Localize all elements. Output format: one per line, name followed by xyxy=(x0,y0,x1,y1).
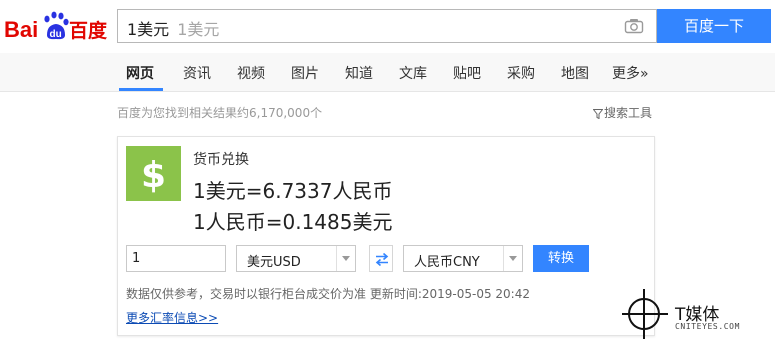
tab-zhidao[interactable]: 知道 xyxy=(345,63,373,83)
to-currency-select[interactable]: 人民币CNY xyxy=(403,245,523,272)
nav-bar: 网页 资讯 视频 图片 知道 文库 贴吧 采购 地图 更多» xyxy=(0,53,775,92)
currency-converter-card: $ 货币兑换 1美元=6.7337人民币 1人民币=0.1485美元 1 美元U… xyxy=(117,136,655,336)
chevron-down-icon xyxy=(342,256,350,261)
tab-map[interactable]: 地图 xyxy=(561,63,589,83)
convert-button[interactable]: 转换 xyxy=(533,245,589,272)
dollar-icon: $ xyxy=(126,146,181,201)
search-tools-label: 搜索工具 xyxy=(604,106,653,120)
search-suggestion: 1美元 xyxy=(177,20,220,39)
select-divider xyxy=(503,246,504,271)
swap-icon xyxy=(375,252,389,267)
select-divider xyxy=(336,246,337,271)
filter-icon xyxy=(592,109,604,120)
tab-tieba[interactable]: 贴吧 xyxy=(453,63,481,83)
search-button[interactable]: 百度一下 xyxy=(657,9,771,43)
tab-news[interactable]: 资讯 xyxy=(183,63,211,83)
from-currency-select[interactable]: 美元USD xyxy=(236,245,356,272)
camera-icon[interactable] xyxy=(624,18,644,34)
active-tab-indicator xyxy=(119,88,163,91)
tab-caigou[interactable]: 采购 xyxy=(507,63,535,83)
watermark-subtext: CNITEYES.COM xyxy=(675,322,740,331)
amount-input[interactable]: 1 xyxy=(126,245,226,272)
tab-images[interactable]: 图片 xyxy=(291,63,319,83)
search-text: 1美元 1美元 xyxy=(127,16,219,40)
svg-text:Bai: Bai xyxy=(4,17,38,42)
disclaimer-text: 数据仅供参考，交易时以银行柜台成交价为准 更新时间:2019-05-05 20:… xyxy=(126,287,530,301)
search-tools-button[interactable]: 搜索工具 xyxy=(592,104,653,121)
top-bar: Bai du 百度 1美元 1美元 百度一下 xyxy=(0,0,775,53)
result-count: 百度为您找到相关结果约6,170,000个 xyxy=(117,106,323,120)
svg-text:$: $ xyxy=(141,155,166,196)
search-input[interactable]: 1美元 1美元 xyxy=(117,9,657,43)
tab-wenku[interactable]: 文库 xyxy=(399,63,427,83)
baidu-logo[interactable]: Bai du 百度 xyxy=(3,9,109,45)
card-title: 货币兑换 xyxy=(193,152,249,168)
tab-more[interactable]: 更多» xyxy=(612,63,649,83)
rate-cny-to-usd: 1人民币=0.1485美元 xyxy=(193,210,393,234)
from-currency-value: 美元USD xyxy=(247,255,301,270)
rate-usd-to-cny: 1美元=6.7337人民币 xyxy=(193,179,393,203)
search-query: 1美元 xyxy=(127,20,170,39)
tab-web[interactable]: 网页 xyxy=(126,63,154,83)
swap-currency-button[interactable] xyxy=(369,245,393,272)
svg-text:du: du xyxy=(50,29,62,40)
chevron-down-icon xyxy=(509,256,517,261)
watermark: T媒体 CNITEYES.COM xyxy=(622,287,772,342)
svg-text:百度: 百度 xyxy=(69,19,108,42)
tab-video[interactable]: 视频 xyxy=(237,63,265,83)
watermark-logo-icon xyxy=(622,289,668,339)
to-currency-value: 人民币CNY xyxy=(414,255,480,270)
more-rates-link[interactable]: 更多汇率信息>> xyxy=(126,309,218,326)
